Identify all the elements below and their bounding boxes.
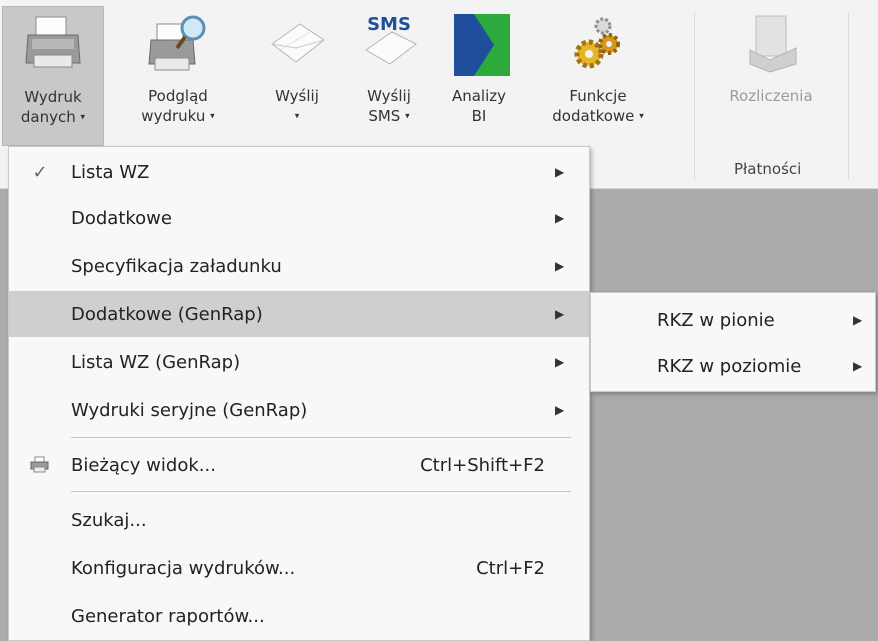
print-data-label-2: danych xyxy=(20,108,76,126)
check-icon: ✓ xyxy=(32,161,48,183)
menu-item-lista-wz[interactable]: ✓ Lista WZ ▶ xyxy=(9,149,589,195)
submenu-item-label: RKZ w poziomie xyxy=(657,355,802,377)
menu-item-label: Szukaj... xyxy=(71,509,147,531)
print-preview-label-1: Podgląd xyxy=(148,87,208,105)
print-preview-button[interactable]: Podgląd wydruku ▾ xyxy=(128,6,228,144)
send-sms-label-1: Wyślij xyxy=(367,87,411,105)
submenu-item-label: RKZ w pionie xyxy=(657,309,775,331)
menu-item-wydruki-seryjne-genrap[interactable]: Wydruki seryjne (GenRap) ▶ xyxy=(9,387,589,433)
ribbon-separator xyxy=(848,12,849,180)
bi-analytics-icon xyxy=(448,10,510,76)
shortcut-label: Ctrl+Shift+F2 xyxy=(420,454,545,476)
submenu-arrow-icon: ▶ xyxy=(853,359,863,373)
menu-item-label: Lista WZ (GenRap) xyxy=(71,351,241,373)
chevron-down-icon: ▾ xyxy=(639,111,644,122)
submenu-item-rkz-w-poziomie[interactable]: RKZ w poziomie ▶ xyxy=(591,343,875,389)
print-data-menu: ✓ Lista WZ ▶ Dodatkowe ▶ Specyfikacja za… xyxy=(8,146,590,641)
bi-label-2: BI xyxy=(471,107,487,125)
chevron-down-icon: ▾ xyxy=(210,111,215,122)
send-sms-button[interactable]: SMS Wyślij SMS ▾ xyxy=(352,6,426,144)
submenu-arrow-icon: ▶ xyxy=(555,307,565,321)
menu-item-specyfikacja-zaladunku[interactable]: Specyfikacja załadunku ▶ xyxy=(9,243,589,289)
submenu-item-rkz-w-pionie[interactable]: RKZ w pionie ▶ xyxy=(591,297,875,343)
settlements-label: Rozliczenia xyxy=(729,87,813,105)
group-label-payments: Płatności xyxy=(734,160,802,178)
menu-separator xyxy=(71,437,571,438)
chevron-down-icon: ▾ xyxy=(405,111,410,122)
menu-item-lista-wz-genrap[interactable]: Lista WZ (GenRap) ▶ xyxy=(9,339,589,385)
ribbon-separator xyxy=(694,12,695,180)
submenu-arrow-icon: ▶ xyxy=(555,403,565,417)
gears-icon xyxy=(567,10,629,76)
menu-item-szukaj[interactable]: Szukaj... xyxy=(9,497,589,543)
menu-item-label: Lista WZ xyxy=(71,161,150,183)
additional-functions-label-2: dodatkowe xyxy=(552,107,635,125)
menu-item-biezacy-widok[interactable]: Bieżący widok... Ctrl+Shift+F2 xyxy=(9,442,589,488)
menu-item-dodatkowe-genrap[interactable]: Dodatkowe (GenRap) ▶ xyxy=(9,291,589,337)
envelope-icon xyxy=(266,10,328,76)
additional-functions-button[interactable]: Funkcje dodatkowe ▾ xyxy=(540,6,656,144)
sms-badge-text: SMS xyxy=(367,14,411,35)
menu-separator xyxy=(71,491,571,492)
chevron-down-icon: ▾ xyxy=(80,112,86,123)
menu-item-generator-raportow[interactable]: Generator raportów... xyxy=(9,593,589,639)
genrap-submenu: RKZ w pionie ▶ RKZ w poziomie ▶ xyxy=(590,292,876,392)
menu-item-label: Dodatkowe (GenRap) xyxy=(71,303,263,325)
submenu-arrow-icon: ▶ xyxy=(555,165,565,179)
submenu-arrow-icon: ▶ xyxy=(555,211,565,225)
submenu-arrow-icon: ▶ xyxy=(555,355,565,369)
send-sms-label-2: SMS xyxy=(368,107,401,125)
menu-item-label: Dodatkowe xyxy=(71,207,172,229)
print-data-button[interactable]: Wydruk danych ▾ xyxy=(2,6,104,146)
current-view-printer-icon xyxy=(30,456,49,473)
shortcut-label: Ctrl+F2 xyxy=(476,557,545,579)
menu-item-konfiguracja-wydrukow[interactable]: Konfiguracja wydruków... Ctrl+F2 xyxy=(9,545,589,591)
submenu-arrow-icon: ▶ xyxy=(853,313,863,327)
menu-item-label: Wydruki seryjne (GenRap) xyxy=(71,399,308,421)
send-label: Wyślij xyxy=(275,87,319,105)
menu-item-dodatkowe[interactable]: Dodatkowe ▶ xyxy=(9,195,589,241)
chevron-down-icon: ▾ xyxy=(294,111,300,122)
print-preview-icon xyxy=(147,10,209,76)
send-button[interactable]: Wyślij ▾ xyxy=(262,6,332,144)
menu-item-label: Generator raportów... xyxy=(71,605,265,627)
menu-item-label: Specyfikacja załadunku xyxy=(71,255,282,277)
additional-functions-label-1: Funkcje xyxy=(569,87,627,105)
sms-envelope-icon: SMS xyxy=(358,10,420,76)
submenu-arrow-icon: ▶ xyxy=(555,259,565,273)
settlements-icon xyxy=(740,10,802,76)
bi-analytics-button[interactable]: Analizy BI xyxy=(442,6,516,144)
bi-label-1: Analizy xyxy=(451,87,507,105)
settlements-button[interactable]: Rozliczenia xyxy=(712,6,830,144)
printer-icon xyxy=(22,11,84,77)
print-data-label-1: Wydruk xyxy=(24,88,82,106)
print-preview-label-2: wydruku xyxy=(141,107,206,125)
